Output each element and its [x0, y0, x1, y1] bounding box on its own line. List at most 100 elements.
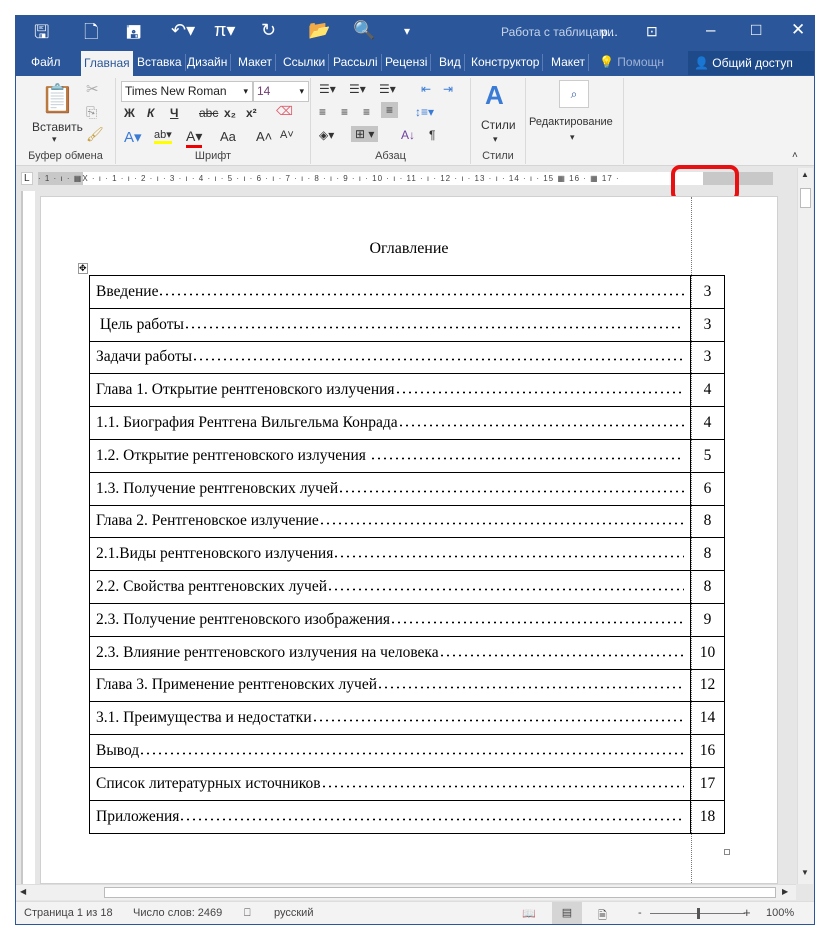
tab-layout[interactable]: Макет [235, 54, 276, 71]
word-count[interactable]: Число слов: 2469 [133, 907, 222, 919]
new-document-icon[interactable]: 🗋 [84, 20, 98, 50]
tab-home[interactable]: Главная [81, 51, 133, 76]
font-name-select[interactable]: Times New Roman ▾ [121, 81, 253, 102]
close-icon[interactable]: ✕ [791, 20, 805, 40]
page-count[interactable]: Страница 1 из 18 [24, 907, 113, 919]
toc-page-number[interactable]: 8 [690, 537, 725, 572]
scroll-thumb[interactable] [800, 188, 811, 208]
toc-entry-cell[interactable]: 1.1. Биография Рентгена Вильгельма Конра… [89, 406, 691, 440]
toc-entry-cell[interactable]: Введение [89, 275, 691, 309]
shading-icon[interactable]: ◈▾ [319, 128, 334, 142]
paste-dropdown-icon[interactable]: ▾ [52, 134, 57, 145]
numbering-icon[interactable]: ☰▾ [349, 82, 366, 96]
text-effects-icon[interactable]: A▾ [124, 128, 142, 146]
font-color-icon[interactable]: A▾ [186, 128, 203, 148]
toc-page-number[interactable]: 3 [690, 275, 725, 309]
underline-button[interactable]: Ч [170, 106, 178, 120]
bold-button[interactable]: Ж [124, 106, 135, 120]
toc-page-number[interactable]: 8 [690, 504, 725, 539]
vertical-ruler[interactable] [21, 191, 35, 884]
ribbon-display-icon[interactable]: ⊡ [646, 23, 658, 40]
customize-toolbar-icon[interactable]: ▾ [404, 24, 410, 38]
change-case-button[interactable]: Aa [220, 129, 236, 144]
toc-entry-cell[interactable]: 3.1. Преимущества и недостатки [89, 701, 691, 736]
toc-entry-cell[interactable]: 2.2. Свойства рентгеновских лучей [89, 570, 691, 604]
tab-table-design[interactable]: Конструктор [468, 54, 544, 71]
toc-entry-cell[interactable]: Приложения [89, 799, 691, 834]
styles-icon[interactable]: A [485, 80, 504, 111]
equation-icon[interactable]: π▾ [214, 20, 235, 41]
share-button[interactable]: 👤 Общий доступ [688, 51, 814, 75]
print-preview-icon[interactable]: 🔍 [353, 20, 375, 41]
tell-me-box[interactable]: 💡 Помощн [596, 54, 667, 71]
toc-entry-cell[interactable]: 2.3. Получение рентгеновского изображени… [89, 602, 691, 637]
maximize-icon[interactable]: □ [751, 20, 761, 40]
redo-icon[interactable]: ↻ [261, 20, 276, 41]
subscript-button[interactable]: x₂ [224, 106, 236, 120]
toc-page-number[interactable]: 14 [690, 701, 725, 736]
toc-entry-cell[interactable]: Вывод [89, 734, 691, 768]
styles-button[interactable]: Стили [481, 118, 516, 132]
multilevel-list-icon[interactable]: ☰▾ [379, 82, 396, 96]
clear-formatting-icon[interactable]: ⌫ [276, 104, 293, 118]
tab-view[interactable]: Вид [436, 54, 465, 71]
align-right-icon[interactable]: ≡ [363, 105, 370, 119]
shrink-font-button[interactable]: A˅ [280, 129, 294, 141]
increase-indent-icon[interactable]: ⇥ [443, 82, 453, 96]
tab-references[interactable]: Ссылки [280, 54, 330, 71]
sort-icon[interactable]: A↓ [401, 128, 415, 142]
minimize-icon[interactable]: – [706, 20, 715, 40]
scroll-right-icon[interactable]: ▶ [782, 887, 788, 896]
copy-icon[interactable]: ⎘ [86, 104, 97, 121]
toc-page-number[interactable]: 18 [690, 799, 725, 834]
tab-table-layout[interactable]: Макет [548, 54, 589, 71]
toc-page-number[interactable]: 4 [690, 406, 725, 440]
toc-entry-cell[interactable]: Список литературных источников [89, 766, 691, 801]
scroll-up-icon[interactable]: ▲ [801, 170, 809, 179]
toc-entry-cell[interactable]: 2.3. Влияние рентгеновского излучения на… [89, 635, 691, 670]
toc-entry-cell[interactable]: Задачи работы [89, 340, 691, 375]
font-size-select[interactable]: 14 ▾ [253, 81, 309, 102]
tab-mailings[interactable]: Рассылі [330, 54, 382, 71]
undo-icon[interactable]: ↶▾ [171, 20, 195, 41]
save-icon[interactable]: 🖫 [34, 20, 49, 50]
toc-entry-cell[interactable]: Глава 3. Применение рентгеновских лучей [89, 668, 691, 703]
toc-entry-cell[interactable]: 1.3. Получение рентгеновских лучей [89, 471, 691, 506]
superscript-button[interactable]: x² [246, 106, 257, 120]
proofing-icon[interactable]: ⎕ [244, 907, 251, 920]
tab-design[interactable]: Дизайн [184, 54, 232, 71]
toc-page-number[interactable]: 5 [690, 438, 725, 473]
toc-page-number[interactable]: 10 [690, 635, 725, 670]
toc-page-number[interactable]: 12 [690, 668, 725, 703]
toc-page-number[interactable]: 9 [690, 602, 725, 637]
justify-icon[interactable]: ≡ [381, 102, 399, 118]
zoom-out-icon[interactable]: - [638, 907, 642, 919]
tab-insert[interactable]: Вставка [134, 54, 186, 71]
scroll-down-icon[interactable]: ▼ [801, 868, 809, 877]
table-move-handle-icon[interactable]: ✥ [78, 263, 88, 274]
vertical-scrollbar[interactable]: ▲ ▼ [797, 168, 813, 884]
decrease-indent-icon[interactable]: ⇤ [421, 82, 431, 96]
toc-page-number[interactable]: 3 [690, 340, 725, 375]
align-left-icon[interactable]: ≡ [319, 105, 326, 119]
borders-icon[interactable]: ⊞ ▾ [351, 126, 379, 142]
web-layout-icon[interactable]: 🗎 [598, 907, 607, 926]
italic-button[interactable]: К [147, 106, 154, 120]
horizontal-scrollbar[interactable]: ◀ ▶ [16, 884, 796, 900]
toc-entry-cell[interactable]: 2.1.Виды рентгеновского излучения [89, 537, 691, 572]
open-icon[interactable]: 📂 [308, 20, 330, 41]
toc-entry-cell[interactable]: Глава 2. Рентгеновское излучение [89, 504, 691, 539]
highlight-color-icon[interactable]: ab▾ [154, 128, 172, 144]
print-layout-icon[interactable]: ▤ [552, 902, 582, 924]
grow-font-button[interactable]: A˄ [256, 129, 272, 144]
zoom-slider[interactable] [650, 908, 745, 919]
toc-page-number[interactable]: 6 [690, 471, 725, 506]
bullets-icon[interactable]: ☰▾ [319, 82, 336, 96]
paste-icon[interactable]: 📋 [40, 82, 75, 115]
editing-button[interactable]: Редактирование [529, 116, 613, 128]
table-resize-handle[interactable] [724, 849, 730, 855]
zoom-slider-thumb[interactable] [696, 908, 700, 919]
toc-entry-cell[interactable]: Цель работы [89, 307, 691, 342]
show-formatting-button[interactable]: ¶ [429, 128, 435, 142]
format-painter-icon[interactable]: 🖌 [86, 126, 104, 143]
